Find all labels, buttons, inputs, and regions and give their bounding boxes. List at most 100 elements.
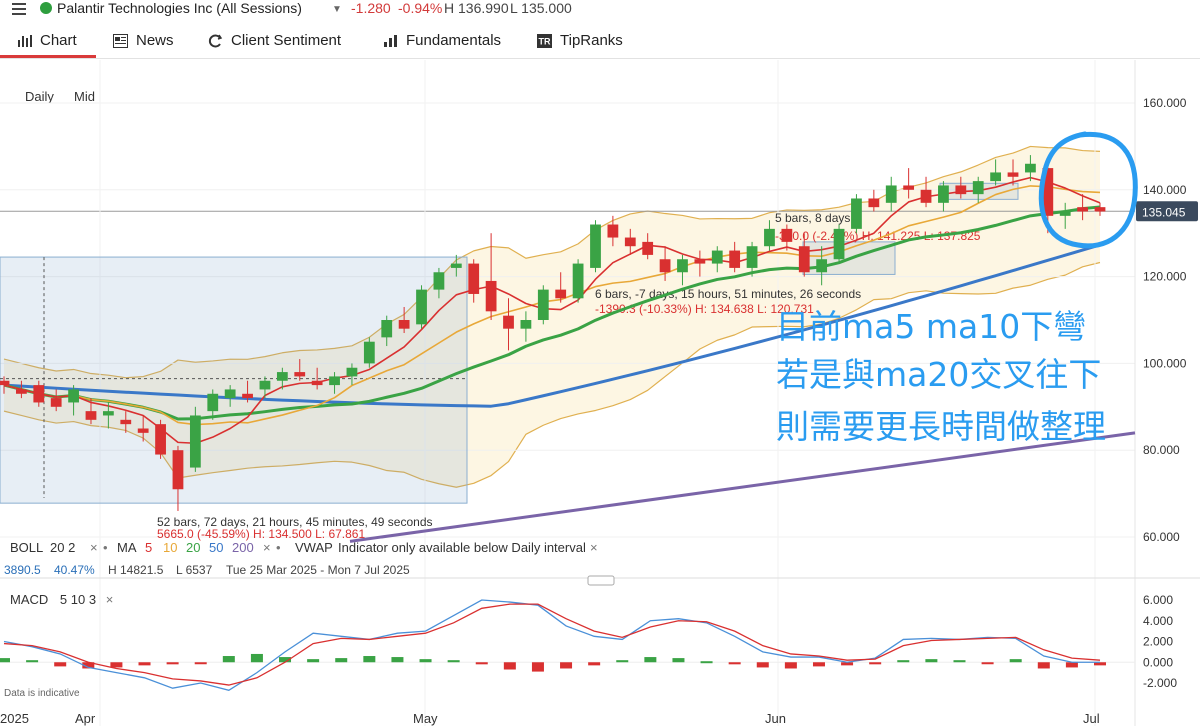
tab-chart[interactable]: Chart <box>17 32 77 49</box>
macd-histogram-bar <box>447 660 460 663</box>
price-tick-label: 120.000 <box>1143 270 1187 284</box>
macd-histogram-bar <box>560 662 573 669</box>
candle-body <box>224 389 236 399</box>
x-axis-label: 2025 <box>0 711 29 726</box>
measure-label-line2: -340.0 (-2.41%) H: 141.225 L: 137.825 <box>775 229 981 243</box>
macd-histogram-bar <box>925 659 938 663</box>
macd-histogram-bar <box>475 662 488 665</box>
candle-body <box>642 241 654 255</box>
macd-histogram-bar <box>1009 659 1022 663</box>
macd-histogram-bar <box>363 656 376 663</box>
ticker-title[interactable]: Palantir Technologies Inc (All Sessions) <box>57 0 302 16</box>
candle-body <box>85 411 97 420</box>
candle-body <box>1077 207 1088 212</box>
candle-body <box>485 280 497 312</box>
vwap-note: Indicator only available below Daily int… <box>338 540 586 555</box>
macd-histogram-bar <box>728 662 741 665</box>
candle-body <box>677 259 688 273</box>
macd-panel: 6.000 4.000 2.000 0.000 -2.000 <box>0 575 1200 691</box>
macd-tick-label: -2.000 <box>1143 676 1177 690</box>
boll-label: BOLL <box>10 540 44 555</box>
tab-label: News <box>136 32 174 49</box>
price-tick-label: 80.000 <box>1143 443 1180 457</box>
macd-histogram-bar <box>335 658 348 663</box>
x-axis-label: Jun <box>765 711 786 726</box>
ma-period-50: 50 <box>209 540 224 555</box>
close-icon[interactable]: × <box>90 540 98 555</box>
candle-body <box>711 250 723 264</box>
candle-body <box>746 246 758 268</box>
macd-histogram-bar <box>138 662 151 666</box>
candle-body <box>1007 172 1019 177</box>
tab-tipranks[interactable]: TR TipRanks <box>537 32 623 49</box>
macd-histogram-bar <box>812 662 825 667</box>
tab-fundamentals[interactable]: Fundamentals <box>383 32 501 49</box>
macd-tick-label: 6.000 <box>1143 593 1173 607</box>
price-tick-label: 60.000 <box>1143 530 1180 544</box>
candle-body <box>172 450 184 490</box>
candle-body <box>207 393 219 412</box>
ma-period-200: 200 <box>232 540 254 555</box>
status-dot <box>40 2 52 14</box>
candle-body <box>903 185 915 190</box>
tab-news[interactable]: News <box>113 32 174 49</box>
candle-body <box>833 228 845 260</box>
price-change: -1.280 <box>351 0 391 16</box>
macd-dif-line <box>3 599 1100 691</box>
macd-histogram-bar <box>0 658 10 663</box>
candle-body <box>468 263 480 294</box>
current-price-label: 135.045 <box>1142 205 1186 219</box>
candle-body <box>590 224 601 268</box>
close-icon[interactable]: × <box>263 540 271 555</box>
price-tick-label: 140.000 <box>1143 183 1187 197</box>
candle-body <box>120 419 132 425</box>
candle-body <box>33 385 45 403</box>
candle-body <box>1025 163 1036 173</box>
bullet-icon: • <box>103 540 108 555</box>
measure-label-line1: 5 bars, 8 days <box>775 211 850 225</box>
candle-body <box>955 185 967 195</box>
macd-histogram-bar <box>250 653 263 663</box>
candle-body <box>242 393 253 399</box>
macd-histogram-bar <box>194 662 207 665</box>
fundamentals-icon <box>384 34 397 47</box>
news-icon <box>113 33 128 48</box>
candle-body <box>972 181 984 195</box>
menu-icon[interactable] <box>12 3 26 15</box>
chevron-down-icon[interactable]: ▼ <box>332 4 342 15</box>
candle-body <box>398 320 410 329</box>
candle-body <box>885 185 897 203</box>
candle-body <box>624 237 636 247</box>
macd-params: 5 10 3 <box>59 592 97 607</box>
close-icon[interactable]: × <box>106 592 114 607</box>
macd-histogram-bar <box>869 662 882 665</box>
candle-body <box>520 320 532 329</box>
tab-client-sentiment[interactable]: Client Sentiment <box>208 32 341 49</box>
tab-label: Chart <box>40 32 77 49</box>
macd-histogram-bar <box>1065 662 1078 668</box>
active-tab-indicator <box>0 55 96 58</box>
close-icon[interactable]: × <box>590 540 598 555</box>
macd-histogram-bar <box>391 657 404 663</box>
day-high: H 136.990 <box>444 0 509 16</box>
macd-label: MACD <box>10 592 49 607</box>
disclaimer: Data is indicative <box>4 688 80 699</box>
macd-tick-label: 4.000 <box>1143 614 1173 628</box>
candle-body <box>781 228 793 242</box>
candle-body <box>798 246 810 273</box>
candle-body <box>694 259 706 264</box>
price-tick-label: 160.000 <box>1143 96 1187 110</box>
candle-body <box>938 185 949 203</box>
candle-body <box>259 380 271 390</box>
candle-body <box>1094 207 1106 212</box>
candle-body <box>729 250 741 268</box>
boll-params: 20 2 <box>50 540 76 555</box>
macd-histogram-bar <box>419 659 432 663</box>
candle-body <box>137 428 149 433</box>
macd-histogram-bar <box>616 660 629 663</box>
macd-histogram-bar <box>756 662 769 668</box>
candle-body <box>1059 211 1071 216</box>
ma-period-20: 20 <box>186 540 201 555</box>
macd-histogram-bar <box>897 660 910 663</box>
macd-histogram-bar <box>531 662 544 672</box>
